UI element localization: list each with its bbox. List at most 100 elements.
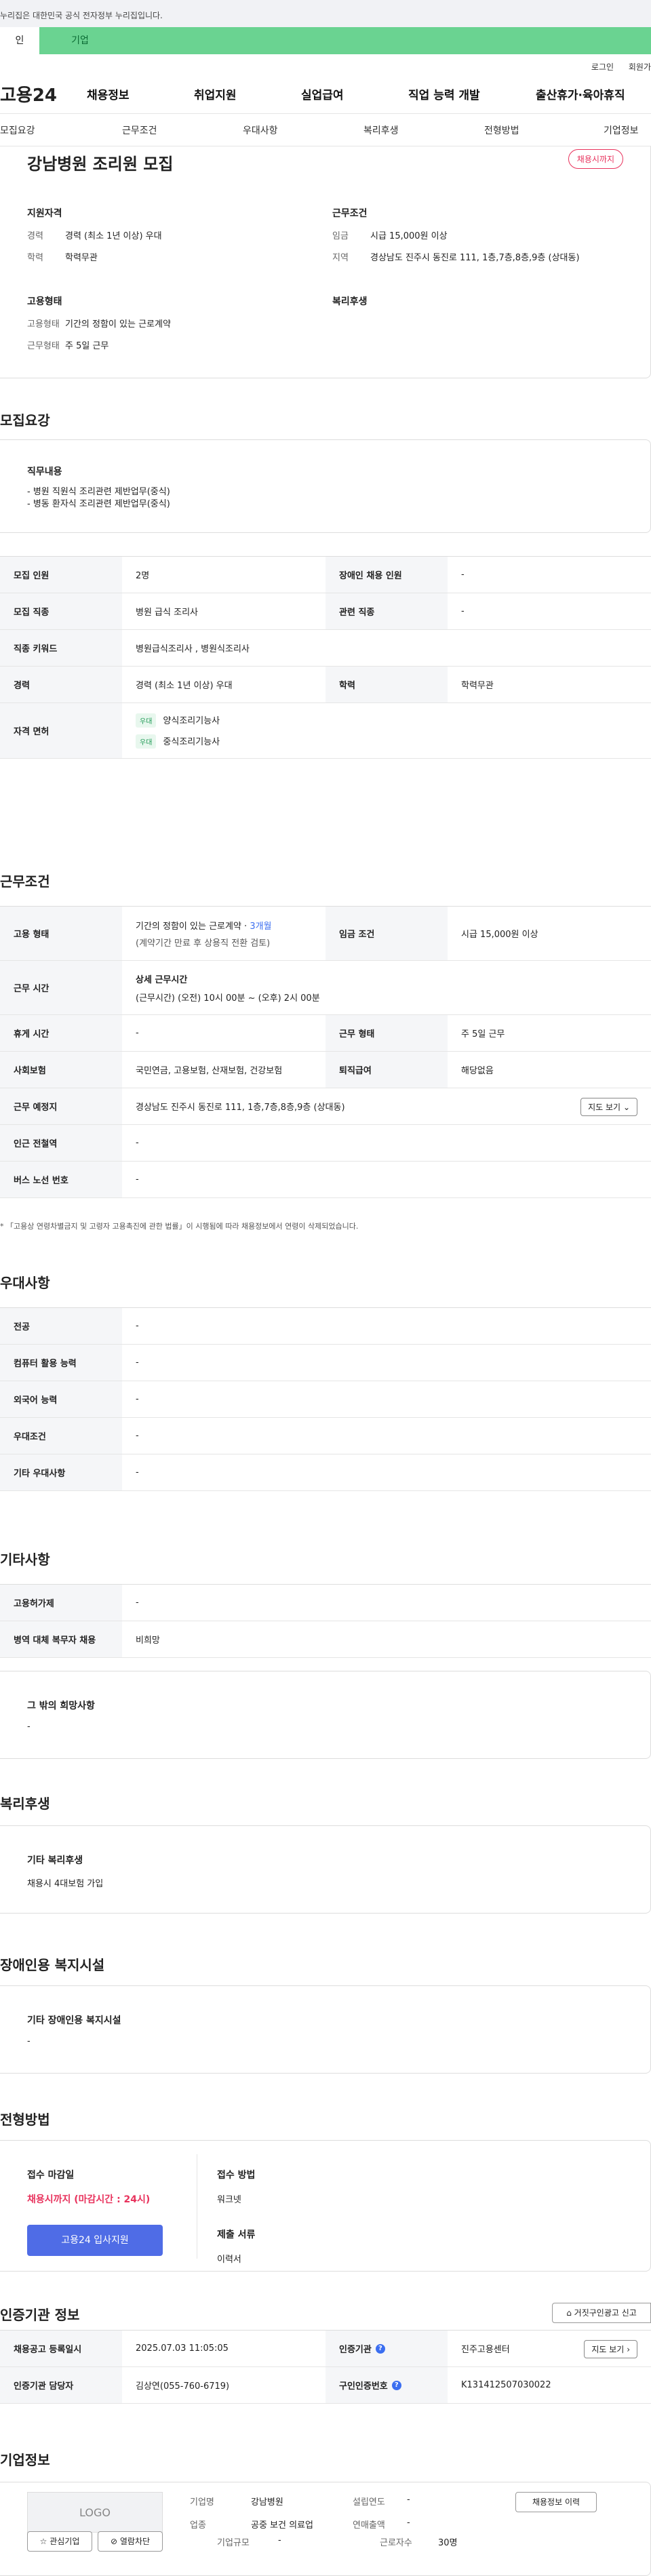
gnb-item-benefit[interactable]: 실업급여	[301, 85, 408, 102]
pref-label: 컴퓨터 활용 능력	[0, 1345, 122, 1381]
license-list: 우대 양식조리기능사 우대 중식조리기능사	[122, 703, 233, 758]
anchor-work[interactable]: 근무조건	[122, 123, 243, 137]
work-time-label: 근무 시간	[0, 961, 122, 1014]
company-name-value: 강남병원	[251, 2497, 283, 2508]
recruit-career-label: 경력	[0, 667, 122, 702]
info-icon[interactable]: ?	[375, 2343, 385, 2354]
report-ad-button[interactable]: ⌂ 거짓구인광고 신고	[552, 2303, 651, 2323]
pref-section-title: 우대사항	[0, 1275, 50, 1291]
wage-condition-label: 임금 조건	[326, 907, 448, 960]
wage-label: 임금	[332, 231, 349, 241]
wage-condition-value: 시급 15,000원 이상	[461, 930, 538, 940]
method-label: 접수 방법	[217, 2170, 256, 2181]
block-view-button[interactable]: ⊘ 열람차단	[98, 2531, 163, 2552]
qualification-title: 지원자격	[27, 208, 62, 219]
job-keyword-value: 병원급식조리사 , 병원식조리사	[136, 644, 250, 654]
anchor-welfare[interactable]: 복리후생	[363, 123, 484, 137]
method-value: 워크넷	[217, 2195, 241, 2205]
headcount-value: 2명	[136, 571, 150, 581]
anchor-pref[interactable]: 우대사항	[243, 123, 363, 137]
gnb-item-leave[interactable]: 출산휴가·육아휴직	[536, 85, 625, 102]
work-time-value: (근무시간) (오전) 10시 00분 ~ (오후) 2시 00분	[136, 993, 320, 1004]
other-wish-value: -	[27, 1722, 31, 1732]
disabled-headcount-label: 장애인 채용 인원	[326, 557, 448, 593]
work-table: 고용 형태 기간의 정함이 있는 근로계약 · 3개월 (계약기간 만료 후 상…	[0, 906, 651, 1198]
docs-value: 이력서	[217, 2255, 241, 2265]
anchor-recruit[interactable]: 모집요강	[0, 123, 122, 137]
pref-label: 기타 우대사항	[0, 1454, 122, 1490]
work-type-label: 근무 형태	[326, 1015, 448, 1051]
manager-value: 김상연(055-760-6719)	[136, 2381, 230, 2392]
insurance-label: 사회보험	[0, 1052, 122, 1088]
recruit-edu-label: 학력	[326, 667, 448, 702]
cert-number-label: 구인인증번호?	[326, 2367, 448, 2403]
agency-map-button[interactable]: 지도 보기 ›	[584, 2340, 637, 2358]
gnb-item-support[interactable]: 취업지원	[194, 85, 301, 102]
pref-value: -	[136, 1467, 139, 1478]
pref-label: 전공	[0, 1308, 122, 1344]
company-name-label: 기업명	[190, 2497, 214, 2508]
job-category-value: 병원 급식 조리사	[136, 608, 198, 618]
duty-line: - 병동 환자식 조리관련 제반업무(중식)	[27, 499, 170, 509]
map-button[interactable]: 지도 보기 ⌄	[580, 1098, 637, 1116]
recruit-table: 모집 인원 2명 장애인 채용 인원 - 모집 직종 병원 급식 조리사 관련 …	[0, 556, 651, 759]
site-logo[interactable]: 고용24	[0, 81, 87, 106]
gov-banner: 누리집은 대한민국 공식 전자정부 누리집입니다.	[0, 0, 651, 27]
etc-section-title: 기타사항	[0, 1551, 50, 1568]
block-icon: ⊘	[110, 2537, 118, 2546]
employment-type-value: 기간의 정함이 있는 근로계약 ·	[136, 921, 250, 932]
deadline-label: 접수 마감일	[27, 2170, 75, 2181]
interest-company-button[interactable]: ☆ 관심기업	[27, 2531, 92, 2552]
reg-date-label: 채용공고 등록일시	[0, 2331, 122, 2366]
severance-value: 해당없음	[461, 1066, 494, 1076]
employment-value: 기간의 정함이 있는 근로계약	[65, 319, 171, 330]
tab-personal[interactable]: 인	[0, 27, 39, 54]
tab-company[interactable]: 기업	[39, 27, 121, 54]
gnb-item-training[interactable]: 직업 능력 개발	[408, 85, 536, 102]
login-link[interactable]: 로그인	[591, 62, 614, 72]
severance-label: 퇴직급여	[326, 1052, 448, 1088]
welfare-card: 기타 복리후생 채용시 4대보험 가입	[0, 1825, 651, 1914]
worktype-label: 근무형태	[27, 341, 60, 351]
gnb-item-jobs[interactable]: 채용정보	[87, 85, 194, 102]
docs-label: 제출 서류	[217, 2230, 256, 2240]
deadline-badge: 채용시까지	[568, 149, 623, 169]
anchor-process[interactable]: 전형방법	[484, 123, 604, 137]
welfare-summary-title: 복리후생	[332, 296, 368, 307]
process-section-title: 전형방법	[0, 2112, 50, 2128]
founded-label: 설립연도	[353, 2497, 385, 2508]
anchor-nav: 모집요강 근무조건 우대사항 복리후생 전형방법 기업정보	[0, 114, 651, 146]
education-value: 학력무관	[65, 253, 98, 263]
anchor-company[interactable]: 기업정보	[604, 123, 639, 137]
conditions-block: 근무조건 임금 시급 15,000원 이상 지역 경상남도 진주시 동진로 111,…	[332, 206, 624, 274]
history-button[interactable]: 채용정보 이력	[515, 2492, 597, 2512]
apply-button[interactable]: 고용24 입사지원	[27, 2225, 163, 2256]
recruit-section-title: 모집요강	[0, 412, 50, 429]
facility-section-title: 장애인용 복지시설	[0, 1957, 105, 1973]
work-time-title: 상세 근무시간	[136, 974, 188, 985]
work-section-title: 근무조건	[0, 873, 50, 890]
employment-type-note: (계약기간 만료 후 상용직 전환 검토)	[136, 938, 271, 949]
recruit-career-value: 경력 (최소 1년 이상) 우대	[136, 681, 233, 691]
star-icon: ☆	[39, 2537, 47, 2546]
chevron-right-icon: ›	[627, 2345, 630, 2354]
employment-type-label: 고용 형태	[0, 907, 122, 960]
education-label: 학력	[27, 253, 43, 263]
employees-value: 30명	[438, 2538, 458, 2548]
pref-value: -	[136, 1394, 139, 1404]
agency-label: 인증기관?	[326, 2331, 448, 2366]
conditions-title: 근무조건	[332, 208, 368, 219]
cert-table: 채용공고 등록일시 2025.07.03 11:05:05 인증기관? 진주고용…	[0, 2330, 651, 2404]
permit-value: -	[136, 1598, 139, 1608]
military-value: 비희망	[136, 1636, 160, 1646]
deadline-value: 채용시까지 (마감시간 : 24시)	[27, 2194, 151, 2205]
company-size-value: -	[278, 2535, 281, 2545]
block-label: 열람차단	[119, 2537, 151, 2546]
cert-section-title: 인증기관 정보	[0, 2307, 80, 2323]
subway-label: 인근 전철역	[0, 1125, 122, 1161]
break-time-value: -	[136, 1028, 139, 1038]
pref-label: 외국어 능력	[0, 1381, 122, 1417]
career-label: 경력	[27, 231, 43, 241]
signup-link[interactable]: 회원가	[629, 62, 651, 72]
info-icon[interactable]: ?	[391, 2380, 401, 2390]
